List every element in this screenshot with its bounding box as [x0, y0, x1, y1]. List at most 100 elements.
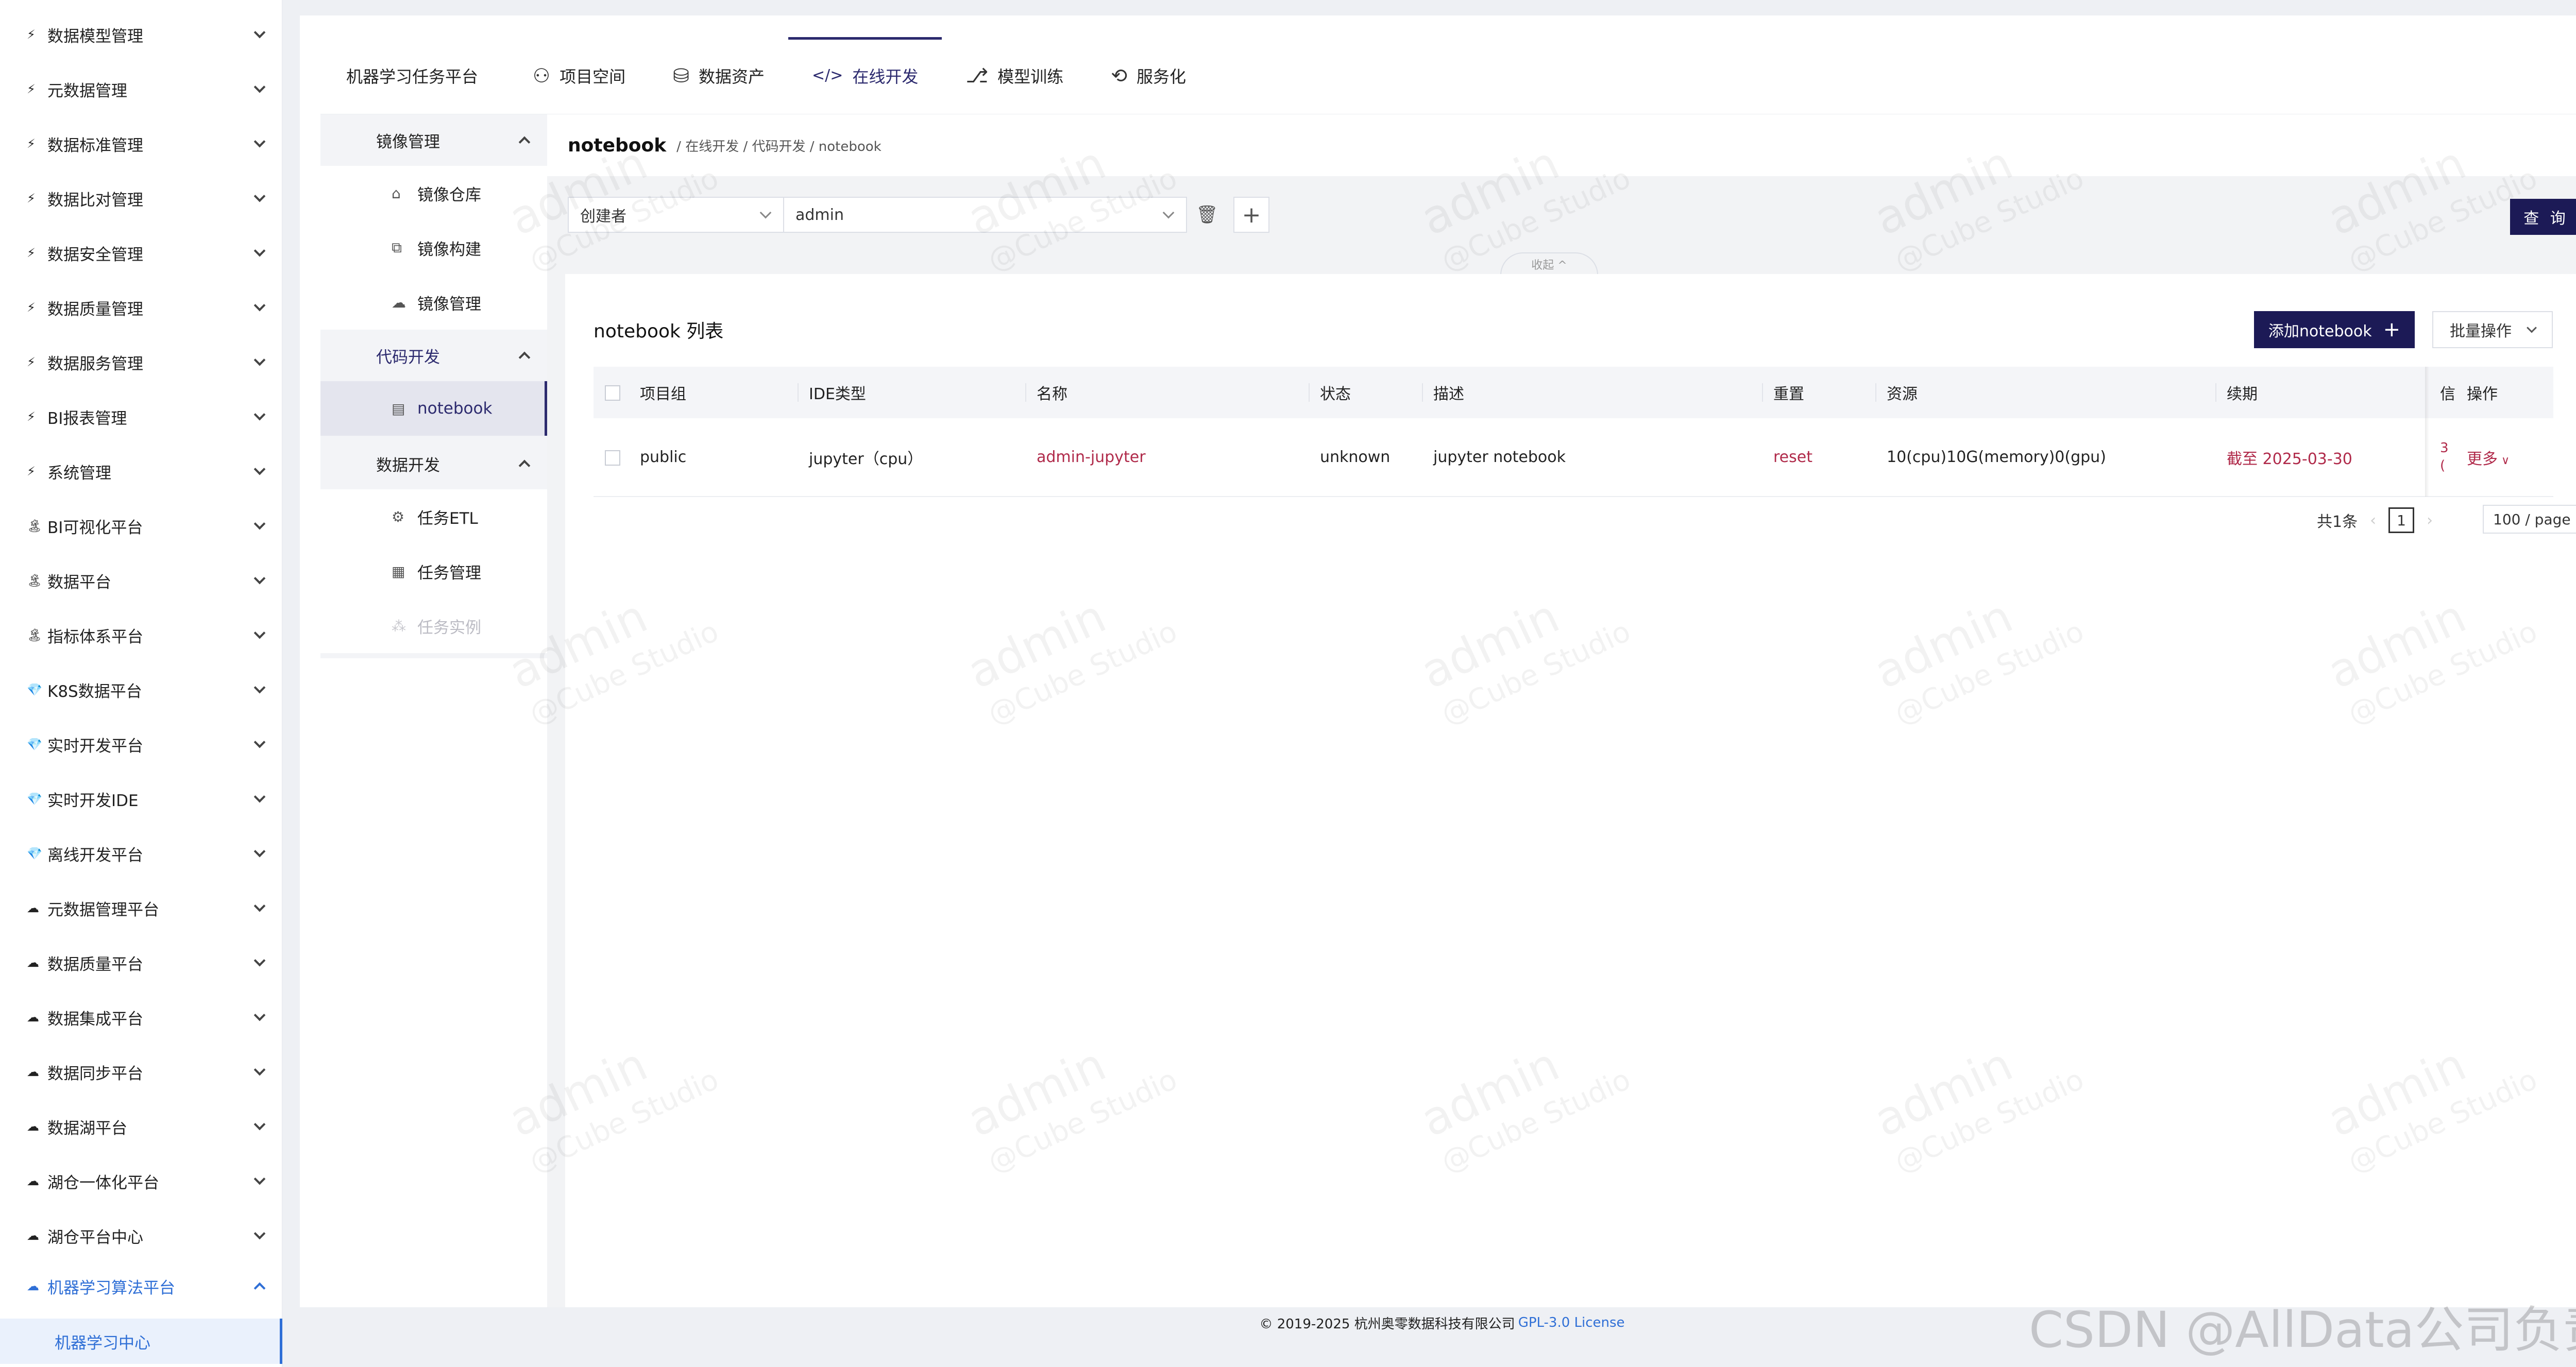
cell-ide: jupyter（cpu） [809, 450, 923, 468]
sidebar-item-sync[interactable]: ☁ 数据同步平台 [0, 1045, 282, 1099]
etl-icon: ⚙ [392, 508, 405, 525]
bolt-icon: ⚡ [27, 300, 36, 315]
cell-name-link[interactable]: admin-jupyter [1025, 418, 1309, 497]
add-filter-button[interactable]: + [1233, 197, 1269, 233]
sidebar-item-system[interactable]: ⚡ 系统管理 [0, 444, 282, 499]
sidebar-item-k8s[interactable]: 💎 K8S数据平台 [0, 662, 282, 717]
chevron-down-icon [2527, 322, 2537, 333]
gem-icon: 💎 [27, 846, 42, 861]
sidebar-item-data-security[interactable]: ⚡ 数据安全管理 [0, 226, 282, 280]
chevron-up-icon [518, 351, 531, 364]
col-status: 状态 [1309, 367, 1422, 418]
chevron-down-icon: ∨ [2498, 454, 2510, 467]
group-data-dev[interactable]: 数据开发 [320, 438, 547, 489]
col-info: 信 [2440, 385, 2455, 403]
sidebar-item-bi-visual[interactable]: 🏝 BI可视化平台 [0, 499, 282, 553]
sidebar-item-data-model[interactable]: ⚡ 数据模型管理 [0, 7, 282, 62]
bolt-icon: ⚡ [27, 191, 36, 206]
cloud-icon: ☁ [27, 1174, 39, 1188]
instance-icon: ⁂ [392, 617, 406, 635]
col-desc: 描述 [1422, 367, 1762, 418]
tab-data-assets[interactable]: ⛁ 数据资产 [649, 37, 788, 114]
delete-filter-button[interactable]: 🗑 [1189, 197, 1225, 233]
sidebar-item-lakehouse[interactable]: ☁ 湖仓一体化平台 [0, 1154, 282, 1208]
fixed-column-shadow [2425, 367, 2429, 497]
database-icon: ⛁ [673, 64, 689, 87]
gem-icon: 💎 [27, 737, 42, 751]
col-project: 项目组 [640, 385, 686, 403]
page-size-select[interactable]: 100 / page [2483, 505, 2576, 534]
training-icon: ⎇ [965, 64, 989, 87]
task-icon: ▦ [392, 562, 405, 580]
island-icon: 🏝 [27, 628, 43, 642]
more-actions-dropdown[interactable]: 更多 ∨ [2455, 418, 2553, 497]
group-code-dev[interactable]: 代码开发 [320, 330, 547, 381]
tab-online-dev[interactable]: </> 在线开发 [788, 37, 942, 114]
breadcrumb: / 在线开发 / 代码开发 / notebook [676, 139, 882, 155]
bolt-icon: ⚡ [27, 464, 36, 479]
menu-image-manage[interactable]: ☁ 镜像管理 [320, 275, 547, 330]
cloud-icon: ☁ [27, 1010, 39, 1024]
sidebar-item-bi-report[interactable]: ⚡ BI报表管理 [0, 389, 282, 444]
cell-info[interactable]: 3 ( [2440, 418, 2455, 497]
filter-value-select[interactable]: admin [784, 197, 1187, 233]
cloud-icon: ☁ [27, 1228, 39, 1243]
col-name: 名称 [1025, 367, 1309, 418]
chevron-down-icon [1162, 207, 1175, 219]
sidebar-item-metrics[interactable]: 🏝 指标体系平台 [0, 608, 282, 662]
sidebar-item-data-compare[interactable]: ⚡ 数据比对管理 [0, 171, 282, 226]
sidebar-item-metadata[interactable]: ⚡ 元数据管理 [0, 62, 282, 116]
sidebar-item-integration[interactable]: ☁ 数据集成平台 [0, 990, 282, 1045]
cloud-icon: ☁ [27, 901, 39, 915]
tab-project-space[interactable]: ⚇ 项目空间 [509, 37, 649, 114]
page-title: notebook [568, 134, 667, 156]
sidebar-item-realtime-dev[interactable]: 💎 实时开发平台 [0, 717, 282, 772]
plus-icon: + [2383, 318, 2401, 341]
license-link[interactable]: GPL-3.0 License [1518, 1315, 1625, 1330]
sidebar-item-metadata-platform[interactable]: ☁ 元数据管理平台 [0, 881, 282, 935]
cell-desc: jupyter notebook [1433, 448, 1566, 466]
bolt-icon: ⚡ [27, 82, 36, 96]
menu-task-manage[interactable]: ▦ 任务管理 [320, 544, 547, 599]
sidebar-item-lakehouse-center[interactable]: ☁ 湖仓平台中心 [0, 1208, 282, 1263]
tab-model-training[interactable]: ⎇ 模型训练 [942, 37, 1087, 114]
tab-serving[interactable]: ⟲ 服务化 [1087, 37, 1210, 114]
collapse-toggle[interactable]: 收起 ^ [1500, 252, 1598, 275]
page-1-button[interactable]: 1 [2388, 507, 2415, 533]
sidebar-item-data-platform[interactable]: 🏝 数据平台 [0, 553, 282, 608]
sidebar-item-quality-platform[interactable]: ☁ 数据质量平台 [0, 935, 282, 990]
cell-reset-link[interactable]: reset [1762, 418, 1875, 497]
add-notebook-button[interactable]: 添加notebook + [2254, 311, 2415, 348]
cloud-icon: ☁ [27, 1119, 39, 1134]
next-page-icon[interactable]: › [2427, 511, 2433, 529]
sidebar-item-data-service[interactable]: ⚡ 数据服务管理 [0, 335, 282, 389]
batch-actions-button[interactable]: 批量操作 [2432, 311, 2553, 348]
table-header-row: 项目组 IDE类型 名称 状态 描述 重置 资源 续期 信 操作 [594, 367, 2553, 418]
col-ide: IDE类型 [798, 367, 1025, 418]
sidebar-item-realtime-ide[interactable]: 💎 实时开发IDE [0, 772, 282, 826]
sidebar-item-data-standard[interactable]: ⚡ 数据标准管理 [0, 116, 282, 171]
content-area: notebook / 在线开发 / 代码开发 / notebook 创建者 ad… [547, 114, 2576, 1307]
cell-renew-link[interactable]: 截至 2025-03-30 [2215, 418, 2440, 497]
menu-task-etl[interactable]: ⚙ 任务ETL [320, 489, 547, 544]
query-button[interactable]: 查 询 [2510, 199, 2576, 235]
menu-notebook[interactable]: ▤ notebook [320, 381, 547, 436]
col-reset: 重置 [1762, 367, 1875, 418]
row-checkbox[interactable] [605, 450, 620, 466]
docker-icon: ☁ [392, 294, 406, 311]
col-renew: 续期 [2215, 367, 2440, 418]
select-all-checkbox[interactable] [605, 385, 620, 401]
group-image-management[interactable]: 镜像管理 [320, 114, 547, 166]
prev-page-icon[interactable]: ‹ [2370, 511, 2376, 529]
menu-image-repo[interactable]: ⌂ 镜像仓库 [320, 166, 547, 220]
sub-sidebar: 镜像管理 ⌂ 镜像仓库 ⧉ 镜像构建 ☁ 镜像管理 代码开发 ▤ notebook 数据… [320, 114, 547, 658]
cloud-icon: ☁ [27, 1279, 39, 1293]
left-sidebar: ⚡ 数据模型管理 ⚡ 元数据管理 ⚡ 数据标准管理 ⚡ 数据比对管理 ⚡ 数据安全管理 ⚡… [0, 0, 282, 1367]
cloud-icon: ☁ [27, 1065, 39, 1079]
sidebar-item-data-lake[interactable]: ☁ 数据湖平台 [0, 1099, 282, 1154]
app-root: ⚡ 数据模型管理 ⚡ 元数据管理 ⚡ 数据标准管理 ⚡ 数据比对管理 ⚡ 数据安全管理 ⚡… [0, 0, 2576, 1367]
filter-field-select[interactable]: 创建者 [568, 197, 784, 233]
sidebar-item-data-quality[interactable]: ⚡ 数据质量管理 [0, 280, 282, 335]
menu-image-build[interactable]: ⧉ 镜像构建 [320, 220, 547, 275]
sidebar-item-offline-dev[interactable]: 💎 离线开发平台 [0, 826, 282, 881]
